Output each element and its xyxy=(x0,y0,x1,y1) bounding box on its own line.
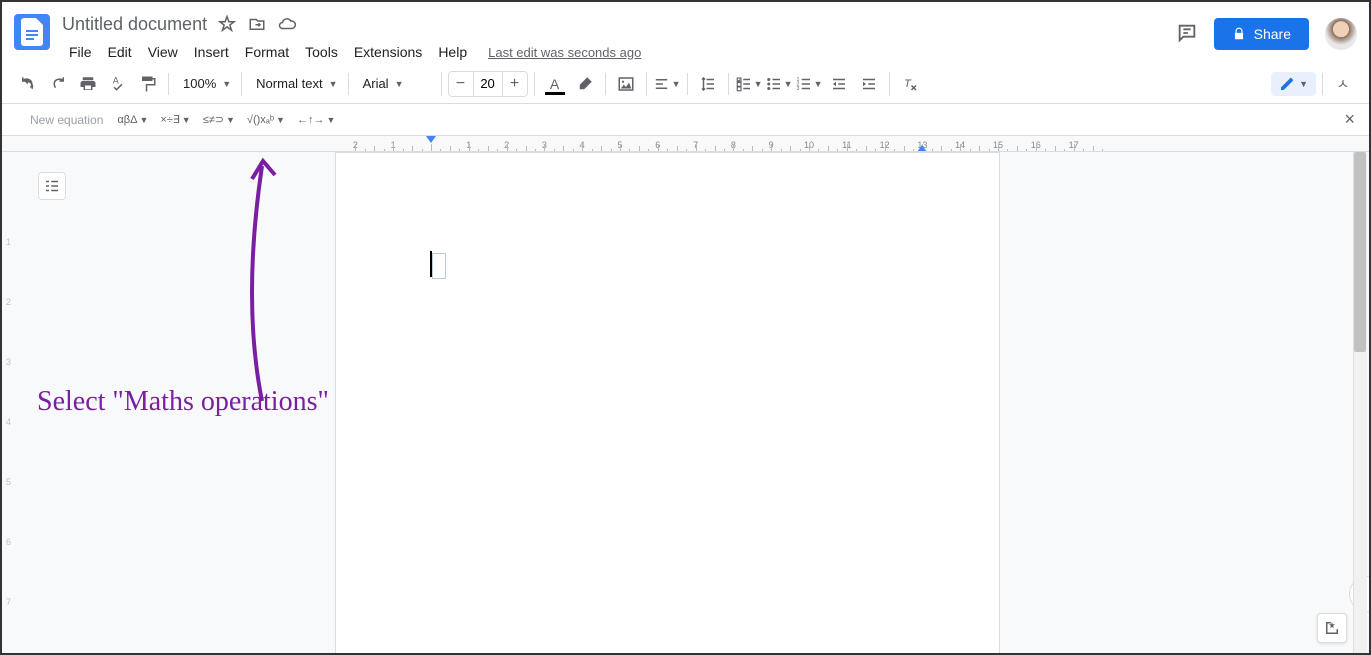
math-operations-button[interactable]: ×÷∃▼ xyxy=(156,111,194,128)
spellcheck-button[interactable]: A xyxy=(104,70,132,98)
new-equation-label[interactable]: New equation xyxy=(30,113,103,127)
share-button[interactable]: Share xyxy=(1214,18,1309,50)
document-outline-button[interactable] xyxy=(38,172,66,200)
share-label: Share xyxy=(1254,26,1291,42)
equation-toolbar: New equation αβΔ▼ ×÷∃▼ ≤≠⊃▼ √()xₐᵇ▼ ←↑→▼… xyxy=(2,104,1369,136)
font-size-input[interactable] xyxy=(473,72,503,96)
decrease-font-button[interactable]: − xyxy=(449,75,473,93)
close-equation-bar-icon[interactable]: × xyxy=(1344,109,1355,130)
menu-view[interactable]: View xyxy=(141,40,185,64)
bulleted-list-button[interactable]: ▼ xyxy=(765,70,793,98)
menu-format[interactable]: Format xyxy=(238,40,296,64)
toolbar: A 100%▼ Normal text▼ Arial▼ − + A ▼ ▼ ▼ … xyxy=(2,64,1369,104)
decrease-indent-button[interactable] xyxy=(825,70,853,98)
horizontal-ruler[interactable]: 211234567891011121314151617 xyxy=(2,136,1369,152)
greek-letters-button[interactable]: αβΔ▼ xyxy=(113,112,152,128)
svg-text:T: T xyxy=(904,78,912,90)
scrollbar-thumb[interactable] xyxy=(1354,152,1366,352)
last-edit-link[interactable]: Last edit was seconds ago xyxy=(488,45,641,60)
font-select[interactable]: Arial▼ xyxy=(355,70,435,98)
vertical-scrollbar[interactable] xyxy=(1353,152,1367,653)
insert-image-button[interactable] xyxy=(612,70,640,98)
equation-placeholder[interactable] xyxy=(432,253,446,279)
collapse-toolbar-button[interactable]: ㅅ xyxy=(1329,70,1357,98)
annotation-text: Select "Maths operations" xyxy=(37,386,329,418)
clear-formatting-button[interactable]: T xyxy=(896,70,924,98)
highlight-color-button[interactable] xyxy=(571,70,599,98)
text-color-button[interactable]: A xyxy=(541,70,569,98)
line-spacing-button[interactable] xyxy=(694,70,722,98)
menu-insert[interactable]: Insert xyxy=(187,40,236,64)
comments-icon[interactable] xyxy=(1176,22,1198,47)
svg-text:3: 3 xyxy=(796,86,799,92)
move-icon[interactable] xyxy=(247,14,267,34)
redo-button[interactable] xyxy=(44,70,72,98)
increase-font-button[interactable]: + xyxy=(503,75,527,93)
math-symbols-button[interactable]: √()xₐᵇ▼ xyxy=(243,112,289,128)
arrows-button[interactable]: ←↑→▼ xyxy=(293,112,339,128)
docs-logo[interactable] xyxy=(14,14,50,50)
numbered-list-button[interactable]: 123▼ xyxy=(795,70,823,98)
menu-tools[interactable]: Tools xyxy=(298,40,345,64)
editing-mode-button[interactable]: ▼ xyxy=(1271,72,1316,96)
vertical-ruler[interactable]: 1234567 xyxy=(2,152,20,653)
document-page[interactable] xyxy=(335,152,1000,653)
checklist-button[interactable]: ▼ xyxy=(735,70,763,98)
menu-extensions[interactable]: Extensions xyxy=(347,40,429,64)
zoom-select[interactable]: 100%▼ xyxy=(175,70,235,98)
paragraph-style-select[interactable]: Normal text▼ xyxy=(248,70,341,98)
menu-file[interactable]: File xyxy=(62,40,99,64)
svg-text:A: A xyxy=(113,75,119,85)
print-button[interactable] xyxy=(74,70,102,98)
menu-edit[interactable]: Edit xyxy=(101,40,139,64)
align-button[interactable]: ▼ xyxy=(653,70,681,98)
star-icon[interactable] xyxy=(217,14,237,34)
font-size-group: − + xyxy=(448,71,528,97)
document-title[interactable]: Untitled document xyxy=(62,14,207,35)
annotation-arrow xyxy=(187,151,307,415)
increase-indent-button[interactable] xyxy=(855,70,883,98)
user-avatar[interactable] xyxy=(1325,18,1357,50)
cloud-saved-icon[interactable] xyxy=(277,14,297,34)
explore-button[interactable] xyxy=(1317,613,1347,643)
relations-button[interactable]: ≤≠⊃▼ xyxy=(199,111,239,128)
lock-icon xyxy=(1232,27,1246,41)
paint-format-button[interactable] xyxy=(134,70,162,98)
undo-button[interactable] xyxy=(14,70,42,98)
menu-help[interactable]: Help xyxy=(431,40,474,64)
